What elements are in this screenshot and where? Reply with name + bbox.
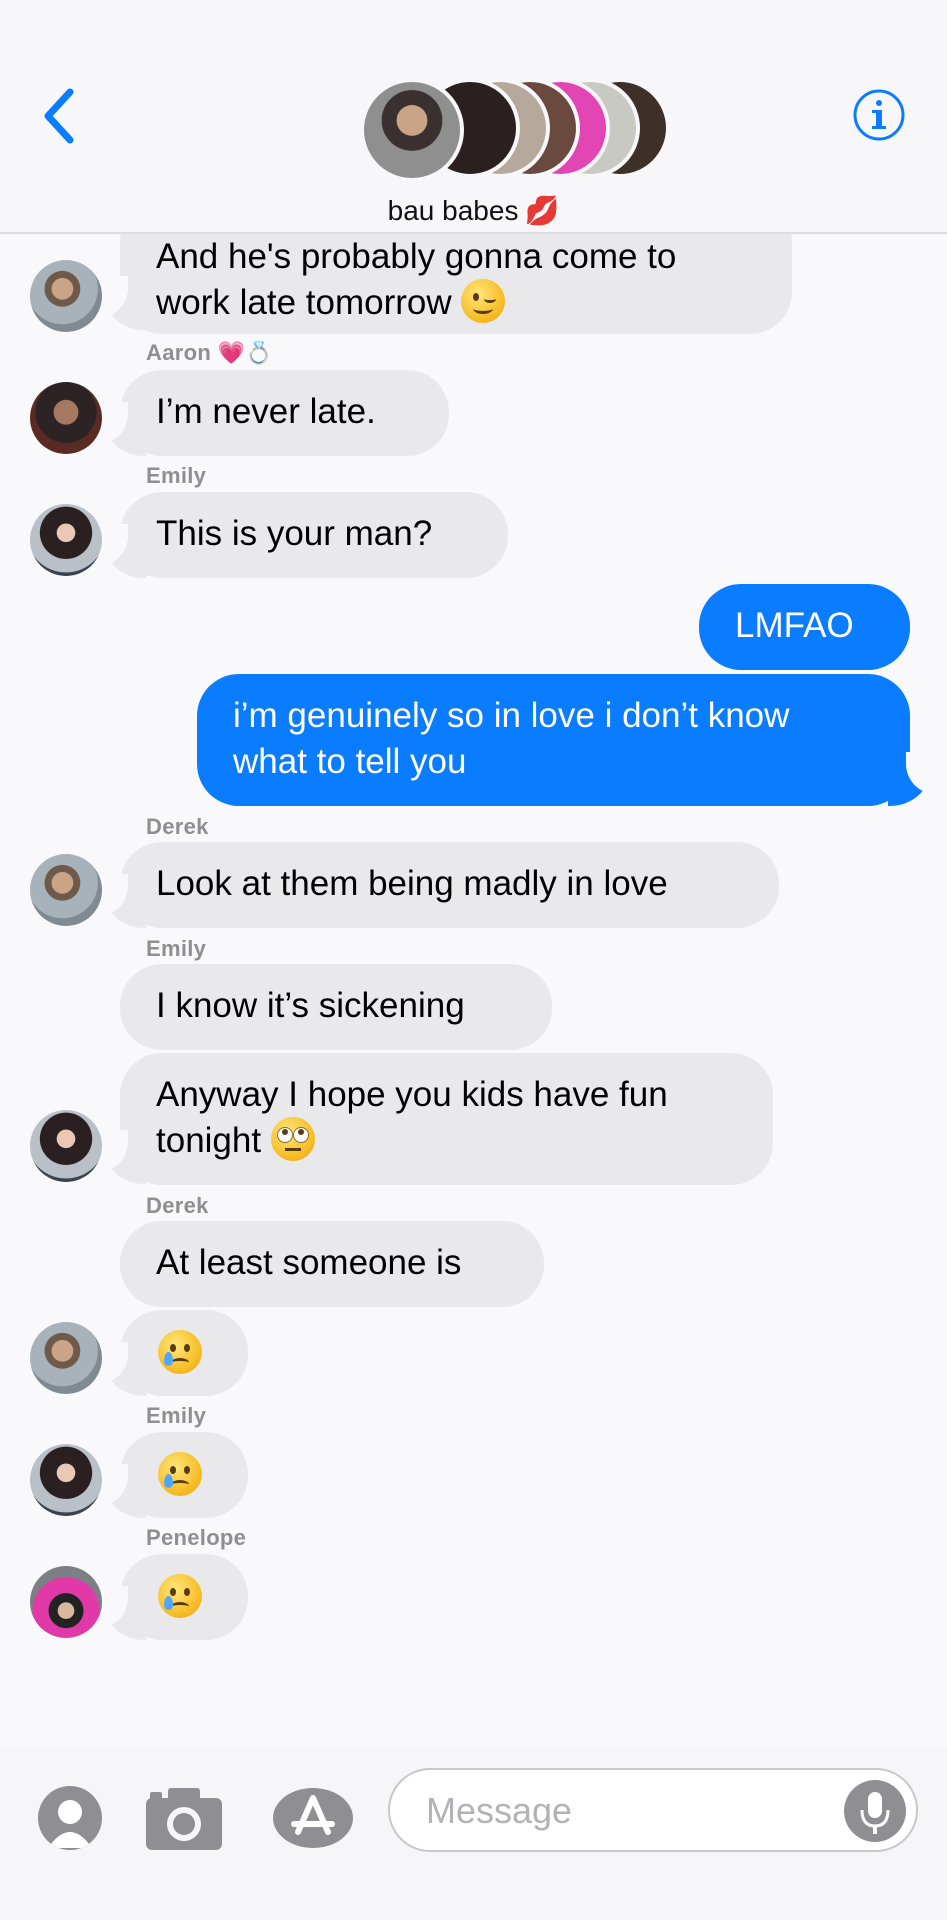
message-text: i’m genuinely so in love i don’t know wh… <box>233 696 790 781</box>
bubble-tail <box>86 276 146 330</box>
avatar-aaron[interactable] <box>30 382 102 454</box>
avatar-penelope[interactable] <box>30 1566 102 1638</box>
sender-name: Penelope <box>146 1525 247 1550</box>
bubble-tail <box>86 1130 146 1184</box>
crying-face-emoji <box>158 1573 202 1618</box>
chevron-left-icon[interactable] <box>40 86 80 146</box>
group-avatar-stack[interactable] <box>360 78 670 182</box>
avatar-derek[interactable] <box>30 854 102 926</box>
bubble-tail <box>86 524 146 578</box>
message-bubble[interactable]: I’m never late. <box>120 370 449 456</box>
bubble-tail <box>86 402 146 456</box>
message-bubble-outgoing[interactable]: LMFAO <box>699 584 910 670</box>
message-text: And he's probably gonna come to work lat… <box>156 237 677 322</box>
contact-icon[interactable] <box>38 1786 102 1850</box>
message-text: I’m never late. <box>156 392 376 431</box>
message-text: LMFAO <box>735 606 854 645</box>
message-text: At least someone is <box>156 1243 462 1282</box>
message-input-field[interactable] <box>388 1768 918 1852</box>
message-bubble[interactable]: Look at them being madly in love <box>120 842 779 928</box>
message-text: I know it’s sickening <box>156 986 465 1025</box>
app-store-icon[interactable] <box>270 1786 356 1850</box>
sender-name: Derek <box>146 814 209 839</box>
avatar-emily[interactable] <box>30 1444 102 1516</box>
avatar-derek[interactable] <box>30 1322 102 1394</box>
compose-toolbar <box>0 1748 947 1920</box>
message-bubble-outgoing[interactable]: i’m genuinely so in love i don’t know wh… <box>197 674 910 806</box>
message-bubble[interactable]: I know it’s sickening <box>120 964 552 1050</box>
bubble-tail <box>86 1342 146 1396</box>
message-text: Anyway I hope you kids have fun tonight <box>156 1075 668 1160</box>
group-name-text: bau babes <box>387 195 519 226</box>
winking-face-emoji <box>461 278 506 323</box>
member-avatar <box>360 78 464 182</box>
sender-name: Emily <box>146 1403 207 1428</box>
message-bubble[interactable]: At least someone is <box>120 1221 544 1307</box>
message-input[interactable] <box>424 1788 828 1834</box>
camera-icon[interactable] <box>144 1786 224 1852</box>
group-title[interactable]: bau babes 💋 <box>0 194 947 227</box>
sender-name: Emily <box>146 936 207 961</box>
bubble-tail <box>86 1464 146 1518</box>
message-bubble[interactable]: Anyway I hope you kids have fun tonight <box>120 1053 773 1185</box>
sender-name: Emily <box>146 463 207 488</box>
avatar-emily[interactable] <box>30 1110 102 1182</box>
sender-name: Aaron 💗💍 <box>146 340 273 365</box>
message-text: This is your man? <box>156 514 433 553</box>
info-circle-icon[interactable] <box>852 88 906 142</box>
message-bubble[interactable]: This is your man? <box>120 492 508 578</box>
message-text: Look at them being madly in love <box>156 864 668 903</box>
sender-name: Derek <box>146 1193 209 1218</box>
eye-roll-emoji <box>270 1116 315 1161</box>
bubble-tail <box>888 752 947 806</box>
avatar-derek[interactable] <box>30 260 102 332</box>
crying-face-emoji <box>158 1329 202 1374</box>
kiss-emoji: 💋 <box>524 195 560 226</box>
microphone-icon[interactable] <box>844 1780 906 1842</box>
crying-face-emoji <box>158 1451 202 1496</box>
avatar-emily[interactable] <box>30 504 102 576</box>
conversation-header: bau babes 💋 <box>0 0 947 234</box>
bubble-tail <box>86 1586 146 1640</box>
bubble-tail <box>86 874 146 928</box>
